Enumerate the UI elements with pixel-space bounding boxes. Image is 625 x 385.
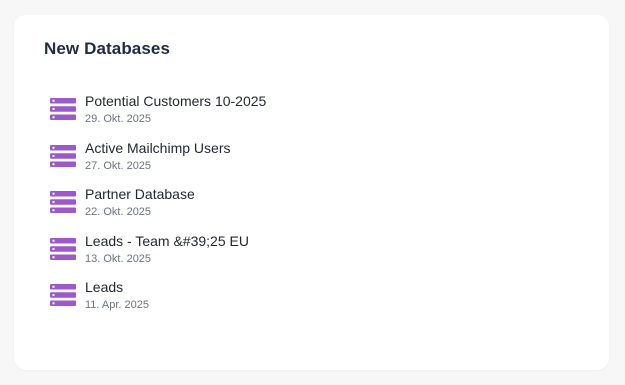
database-name: Leads - Team &#39;25 EU <box>85 232 249 249</box>
database-list: Potential Customers 10-2025 29. Okt. 202… <box>50 93 266 326</box>
database-date: 11. Apr. 2025 <box>85 299 150 311</box>
database-icon <box>50 144 76 167</box>
database-item[interactable]: Active Mailchimp Users 27. Okt. 2025 <box>50 140 266 187</box>
database-name: Partner Database <box>85 186 195 202</box>
database-date: 13. Okt. 2025 <box>85 252 152 265</box>
card-title: New Databases <box>44 39 171 58</box>
database-date: 22. Okt. 2025 <box>85 206 152 218</box>
database-item[interactable]: Leads 11. Apr. 2025 <box>50 279 266 326</box>
database-date: 29. Okt. 2025 <box>85 113 152 125</box>
new-databases-card: New Databases Potential Customers 10-202… <box>14 15 609 370</box>
database-icon <box>50 191 76 213</box>
database-name: Leads <box>85 279 124 295</box>
database-item[interactable]: Potential Customers 10-2025 29. Okt. 202… <box>50 93 266 140</box>
database-item[interactable]: Leads - Team &#39;25 EU 13. Okt. 2025 <box>50 233 266 280</box>
database-name: Active Mailchimp Users <box>85 139 231 156</box>
database-item[interactable]: Partner Database 22. Okt. 2025 <box>50 186 266 233</box>
database-icon <box>50 237 76 260</box>
database-date: 27. Okt. 2025 <box>85 159 152 172</box>
database-icon <box>50 284 76 306</box>
database-icon <box>50 98 76 120</box>
database-name: Potential Customers 10-2025 <box>85 93 267 109</box>
